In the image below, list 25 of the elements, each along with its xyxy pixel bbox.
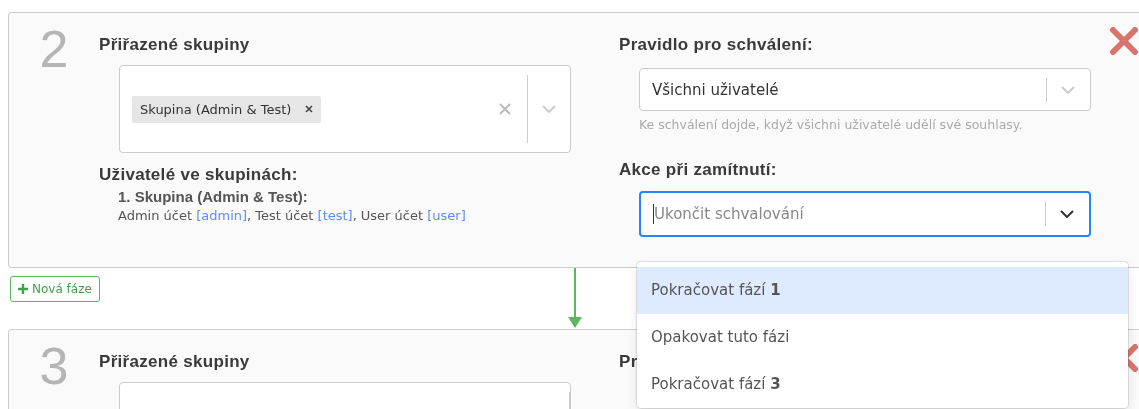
new-phase-button[interactable]: Nová fáze <box>10 276 100 302</box>
help-text: Ke schválení dojde, když všichni uživatelé udělí své souhlasy. <box>639 117 1024 132</box>
remove-icon[interactable] <box>305 105 314 113</box>
plus-icon <box>18 284 28 294</box>
group-tag: Skupina (Admin & Test) <box>132 95 322 123</box>
dropdown-option[interactable]: Opakovat tuto fázi <box>637 314 1128 361</box>
user-list: Admin účet [admin], Test účet [test], User účet [user] <box>118 208 619 223</box>
arrow-down <box>567 268 583 329</box>
group-select[interactable]: Skupina (Admin & Test) <box>119 65 571 153</box>
field-label: Přiřazené skupiny <box>99 34 251 56</box>
rule-select[interactable]: Všichni uživatelé <box>639 68 1091 111</box>
field-label: Pr <box>619 351 639 373</box>
section-label: Uživatelé ve skupinách: <box>99 164 299 186</box>
phase-number: 2 <box>38 19 70 80</box>
dropdown-option[interactable]: Pokračovat fází 1 <box>637 267 1128 314</box>
group-name: 1. Skupina (Admin & Test): <box>118 188 309 205</box>
field-label: Přiřazené skupiny <box>99 351 251 373</box>
clear-icon[interactable] <box>499 103 511 115</box>
delete-icon[interactable] <box>1109 27 1139 55</box>
field-label: Akce při zamítnutí: <box>619 159 778 181</box>
dropdown-option[interactable]: Pokračovat fází 3 <box>637 361 1128 408</box>
field-label: Pravidlo pro schválení: <box>619 34 814 56</box>
reject-action-select[interactable]: Ukončit schvalování <box>639 191 1091 237</box>
phase-number: 3 <box>38 336 70 397</box>
chevron-down-icon[interactable] <box>1060 210 1074 218</box>
